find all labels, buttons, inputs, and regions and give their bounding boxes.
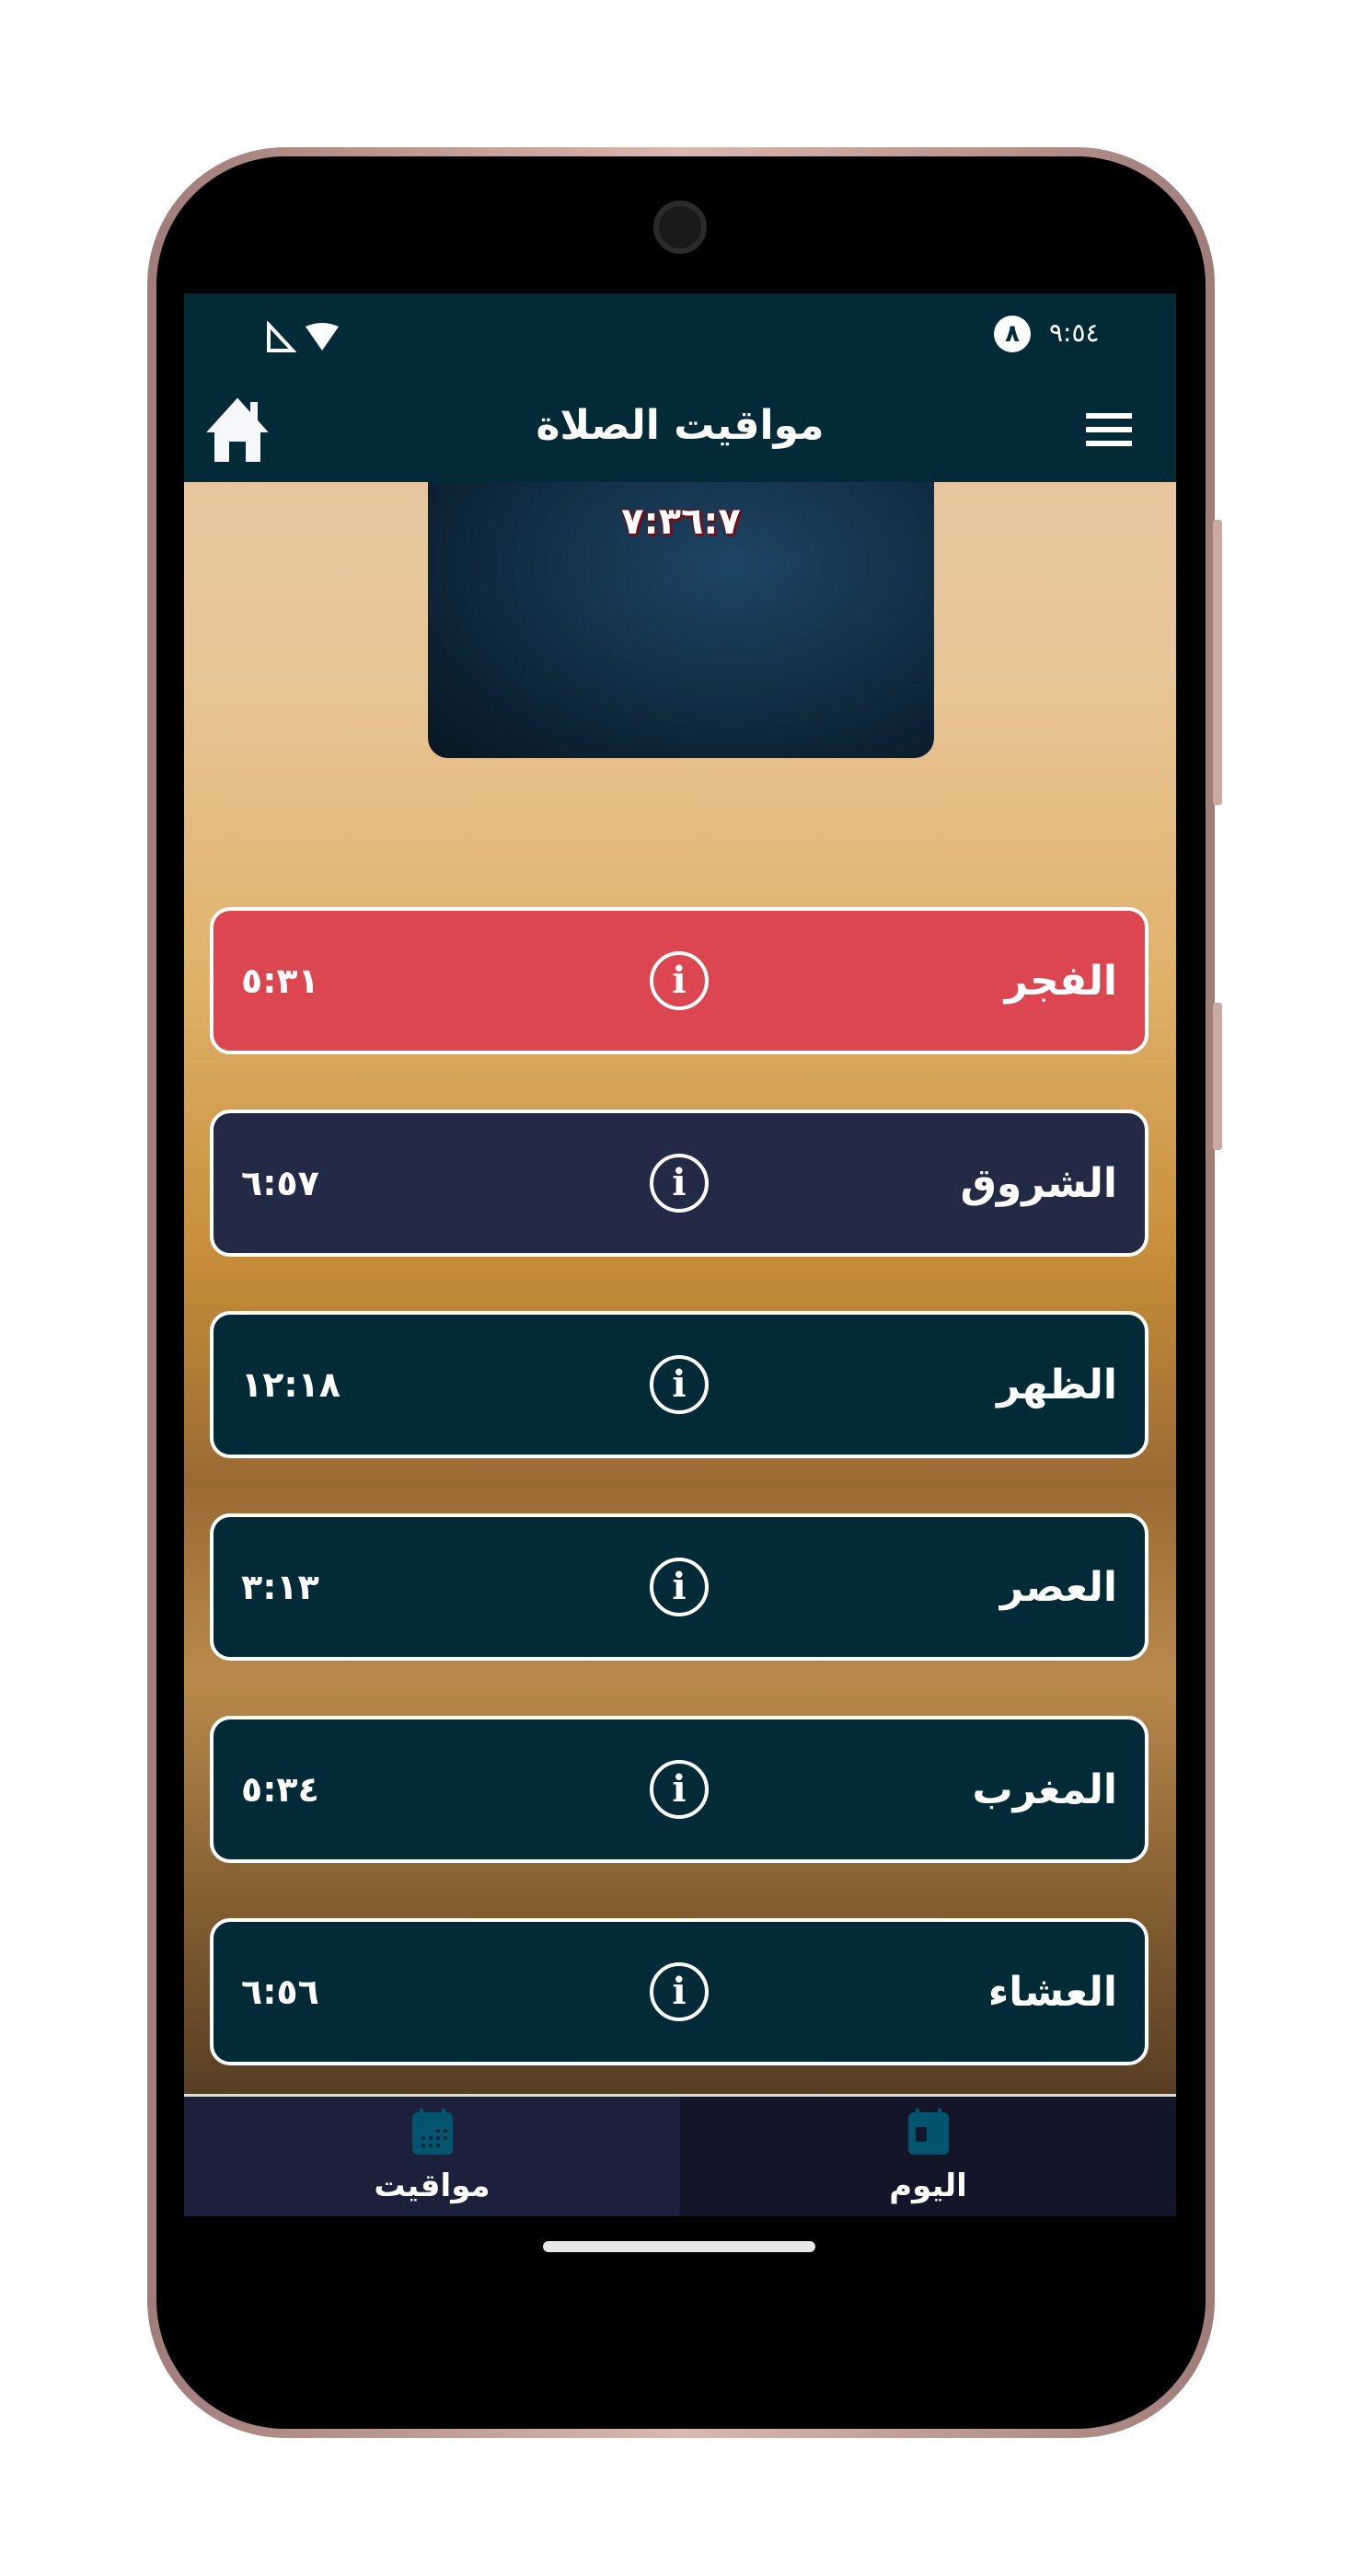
prayer-time: ٥:٣١ (241, 960, 319, 1001)
signal-wifi-icons (267, 321, 339, 352)
home-indicator[interactable] (543, 2241, 815, 2252)
prayer-name: العشاء (987, 1968, 1117, 2016)
prayer-time: ٦:٥٦ (241, 1972, 319, 2012)
nav-label: اليوم (889, 2168, 967, 2204)
calendar-month-icon (411, 2109, 453, 2155)
prayer-row[interactable]: ١٢:١٨ i الظهر (210, 1311, 1148, 1458)
prayer-name: الفجر (1004, 957, 1117, 1005)
status-bar: ٨ ٩:٥٤ (184, 293, 1176, 376)
volume-button (1213, 520, 1222, 805)
info-icon[interactable]: i (650, 951, 709, 1010)
page-title: مواقيت الصلاة (536, 402, 825, 449)
bottom-nav: مواقيت اليوم (184, 2094, 1176, 2216)
prayer-row[interactable]: ٦:٥٧ i الشروق (210, 1110, 1148, 1257)
prayer-name: العصر (999, 1563, 1117, 1611)
screen: ٨ ٩:٥٤ مواقيت الصلاة ٧:٣٦:٧ ٥:٣١ i الفجر ٦:… (184, 293, 1176, 2216)
nav-item-times[interactable]: مواقيت (184, 2097, 680, 2216)
prayer-time: ٣:١٣ (241, 1567, 319, 1607)
prayer-row[interactable]: ٥:٣١ i الفجر (210, 907, 1148, 1054)
nav-label: مواقيت (374, 2168, 491, 2204)
calendar-day-icon (907, 2109, 949, 2155)
prayer-time: ١٢:١٨ (241, 1364, 340, 1405)
app-bar: مواقيت الصلاة (184, 376, 1176, 482)
prayer-time: ٥:٣٤ (241, 1769, 319, 1810)
prayer-row[interactable]: ٣:١٣ i العصر (210, 1513, 1148, 1661)
prayer-row[interactable]: ٦:٥٦ i العشاء (210, 1918, 1148, 2065)
menu-icon[interactable] (1086, 411, 1134, 448)
prayer-name: الظهر (997, 1361, 1117, 1409)
prayer-name: المغرب (972, 1765, 1117, 1813)
prayer-name: الشروق (960, 1159, 1117, 1207)
info-icon[interactable]: i (650, 1558, 709, 1616)
clock: ٩:٥٤ (1049, 317, 1100, 348)
countdown-card: ٧:٣٦:٧ (428, 482, 934, 758)
prayer-time: ٦:٥٧ (241, 1163, 319, 1203)
info-icon[interactable]: i (650, 1355, 709, 1414)
front-camera (653, 201, 707, 254)
power-button (1213, 1003, 1222, 1150)
info-icon[interactable]: i (650, 1154, 709, 1213)
notification-badge: ٨ (994, 316, 1031, 352)
prayer-row[interactable]: ٥:٣٤ i المغرب (210, 1716, 1148, 1863)
countdown-timer: ٧:٣٦:٧ (621, 500, 741, 543)
info-icon[interactable]: i (650, 1962, 709, 2021)
info-icon[interactable]: i (650, 1760, 709, 1819)
nav-item-today[interactable]: اليوم (680, 2097, 1176, 2216)
